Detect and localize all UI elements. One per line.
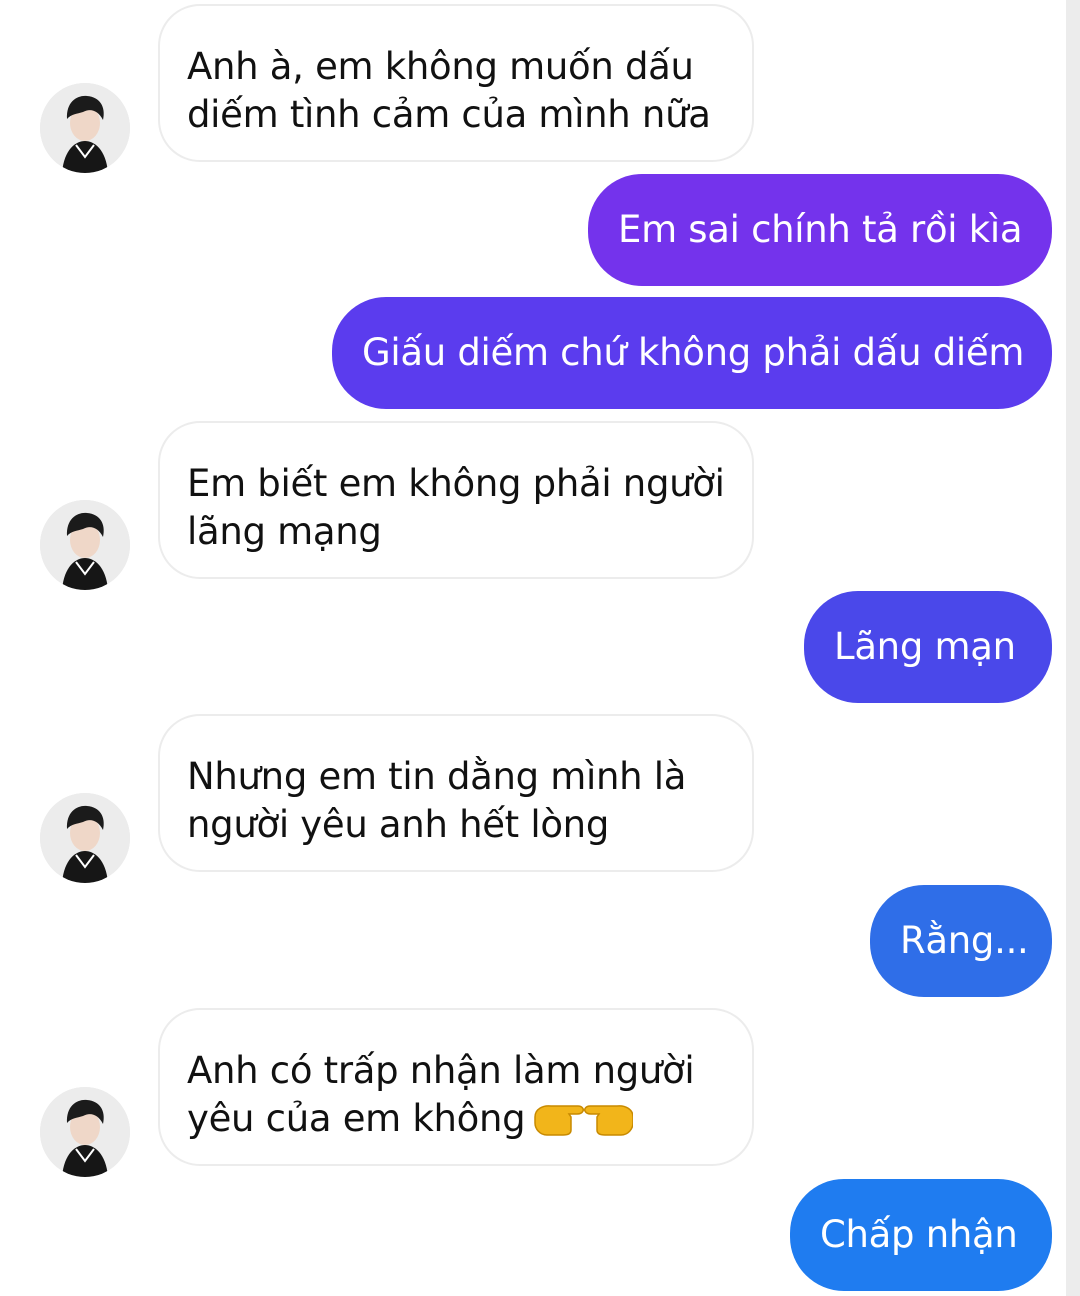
chat-thread: Anh à, em không muốn dấu diếm tình cảm c…	[0, 0, 1080, 1296]
message-text-line: Anh à, em không muốn dấu	[187, 45, 694, 88]
message-text: yêu của em không	[187, 1097, 526, 1140]
avatar[interactable]	[40, 83, 130, 173]
outgoing-message-bubble[interactable]: Lãng mạn	[804, 591, 1052, 703]
outgoing-message-bubble[interactable]: Em sai chính tả rồi kìa	[588, 174, 1052, 286]
avatar-photo-icon	[40, 83, 130, 173]
message-text: Lãng mạn	[834, 625, 1016, 668]
incoming-message-bubble[interactable]: Anh có trấp nhận làm người yêu của em kh…	[158, 1008, 754, 1166]
outgoing-message-bubble[interactable]: Giấu diếm chứ không phải dấu diếm	[332, 297, 1052, 409]
incoming-message-bubble[interactable]: Anh à, em không muốn dấu diếm tình cảm c…	[158, 4, 754, 162]
avatar-photo-icon	[40, 793, 130, 883]
scrollbar[interactable]	[1066, 0, 1080, 1296]
avatar[interactable]	[40, 500, 130, 590]
message-text-line: Nhưng em tin dằng mình là	[187, 755, 687, 798]
message-text-line: Em biết em không phải người	[187, 462, 725, 505]
pointing-hands-icon	[531, 1097, 635, 1149]
message-text-line: người yêu anh hết lòng	[187, 803, 610, 846]
incoming-message-bubble[interactable]: Em biết em không phải người lãng mạng	[158, 421, 754, 579]
message-text-line: Anh có trấp nhận làm người	[187, 1049, 695, 1092]
message-text: Chấp nhận	[820, 1213, 1018, 1256]
avatar[interactable]	[40, 1087, 130, 1177]
message-text: Rằng...	[900, 919, 1029, 962]
incoming-message-bubble[interactable]: Nhưng em tin dằng mình là người yêu anh …	[158, 714, 754, 872]
message-text-line: diếm tình cảm của mình nữa	[187, 93, 711, 136]
avatar-photo-icon	[40, 500, 130, 590]
message-text-line: lãng mạng	[187, 510, 382, 553]
outgoing-message-bubble[interactable]: Rằng...	[870, 885, 1052, 997]
avatar-photo-icon	[40, 1087, 130, 1177]
message-text: Giấu diếm chứ không phải dấu diếm	[362, 331, 1025, 374]
outgoing-message-bubble[interactable]: Chấp nhận	[790, 1179, 1052, 1291]
avatar[interactable]	[40, 793, 130, 883]
message-text-line: yêu của em không	[187, 1095, 732, 1149]
message-text: Em sai chính tả rồi kìa	[618, 208, 1023, 251]
